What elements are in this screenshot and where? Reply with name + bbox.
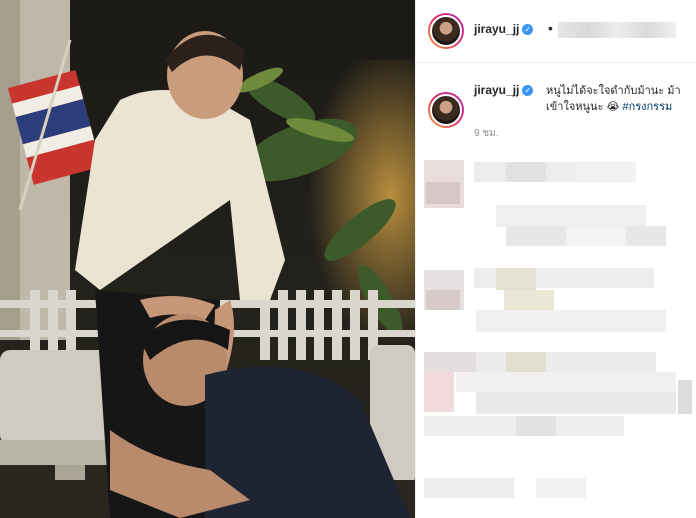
verified-icon: ✓ — [522, 85, 534, 96]
crying-emoji: 😭 — [606, 101, 620, 113]
verified-icon: ✓ — [522, 24, 534, 35]
photo-scene — [0, 0, 415, 518]
caption-username[interactable]: jirayu_jj ✓ — [474, 83, 534, 97]
separator-dot: • — [548, 20, 553, 36]
caption-avatar[interactable] — [428, 92, 464, 128]
header-username[interactable]: jirayu_jj ✓ — [474, 22, 534, 36]
post-header: jirayu_jj ✓ • — [416, 0, 696, 63]
post-sidebar: jirayu_jj ✓ • jirayu_jj ✓ หนูไม่ได้จะใจดำก… — [415, 0, 696, 518]
post-time: 9 ชม. — [474, 128, 499, 139]
avatar[interactable] — [428, 13, 464, 49]
post-photo[interactable] — [0, 0, 415, 518]
caption-text: หนูไม่ได้จะใจดำกับม้านะ ม้าเข้าใจหนูนะ 😭… — [546, 85, 681, 113]
blurred-follow-button[interactable] — [558, 22, 676, 38]
hashtag-link[interactable]: #กรงกรรม — [622, 101, 672, 113]
caption: jirayu_jj ✓ หนูไม่ได้จะใจดำกับม้านะ ม้าเข… — [416, 72, 696, 142]
